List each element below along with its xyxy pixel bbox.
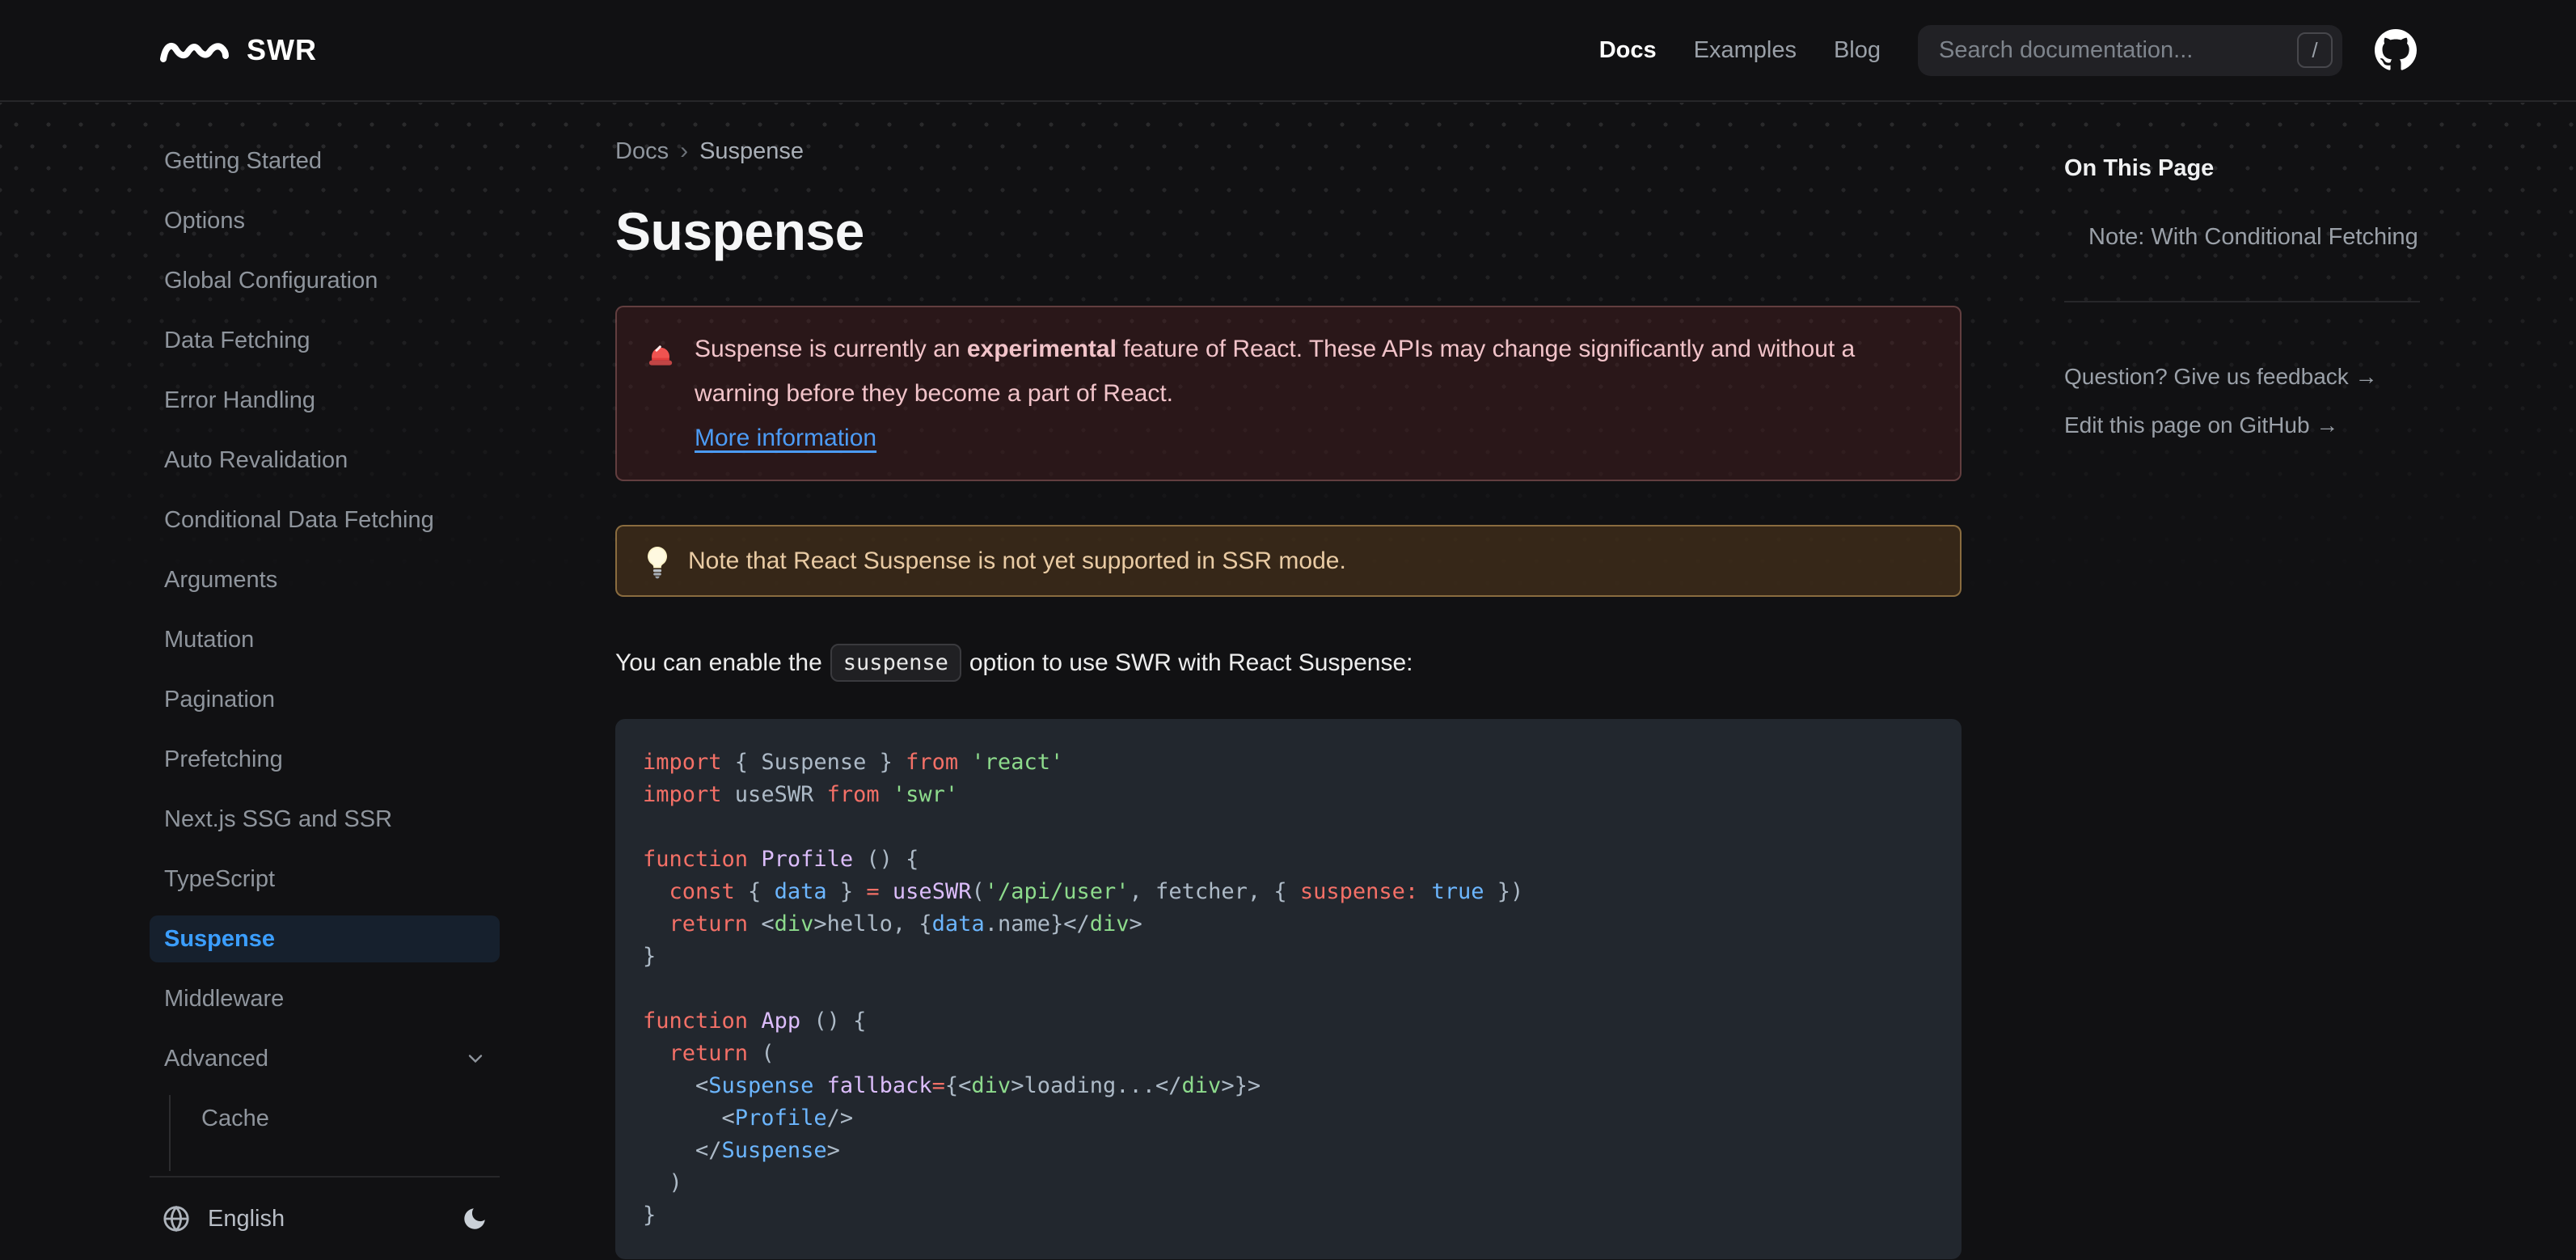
sidebar-item-label: Suspense — [164, 925, 275, 952]
nav-link-examples[interactable]: Examples — [1694, 37, 1797, 64]
light-bulb-emoji-icon — [644, 539, 670, 583]
more-information-link[interactable]: More information — [695, 416, 876, 460]
sidebar-item-options[interactable]: Options — [150, 197, 500, 244]
code-line: import { Suspense } from 'react' — [643, 750, 1064, 775]
sidebar-item-advanced[interactable]: Advanced — [150, 1035, 500, 1082]
sidebar-item-pagination[interactable]: Pagination — [150, 676, 500, 723]
sidebar-item-mutation[interactable]: Mutation — [150, 616, 500, 663]
rotating-light-emoji-icon — [644, 327, 677, 460]
ssr-note-callout: Note that React Suspense is not yet supp… — [615, 525, 1962, 597]
code-line: function Profile () { — [643, 847, 919, 872]
sidebar-nav: Getting Started Options Global Configurati… — [150, 137, 500, 1171]
sidebar-item-label: Pagination — [164, 686, 276, 712]
sidebar-item-getting-started[interactable]: Getting Started — [150, 137, 500, 184]
swr-wave-icon — [159, 34, 230, 66]
sidebar-divider — [150, 1176, 500, 1178]
code-line: } — [643, 944, 657, 969]
sidebar-item-suspense[interactable]: Suspense — [150, 915, 500, 962]
sidebar-item-label: Auto Revalidation — [164, 446, 348, 473]
code-line: <Suspense fallback={<div>loading...</div… — [643, 1073, 1261, 1098]
sidebar-item-label: Conditional Data Fetching — [164, 506, 434, 533]
code-line: ) — [643, 1170, 682, 1195]
moon-icon — [461, 1205, 488, 1233]
sidebar-item-label: Next.js SSG and SSR — [164, 805, 393, 832]
edit-on-github-link[interactable]: Edit this page on GitHub → — [2064, 412, 2420, 438]
toc-divider — [2064, 301, 2420, 302]
language-switcher[interactable]: English — [150, 1195, 500, 1242]
sidebar-item-label: Cache — [201, 1105, 269, 1131]
search-box[interactable]: / — [1918, 24, 2342, 76]
sidebar-item-label: Error Handling — [164, 387, 315, 413]
top-navbar: SWR Docs Examples Blog / — [0, 0, 2576, 102]
github-icon — [2375, 29, 2417, 71]
main-content: Docs › Suspense Suspense Suspense is cur… — [505, 102, 2064, 1259]
code-line: </Suspense> — [643, 1138, 840, 1163]
on-this-page-sidebar: On This Page Note: With Conditional Fetc… — [2064, 102, 2452, 1259]
code-line: return ( — [669, 1041, 775, 1066]
ssr-note-text: Note that React Suspense is not yet supp… — [688, 548, 1346, 574]
code-line: return <div>hello, {data.name}</div> — [669, 911, 1142, 937]
theme-toggle[interactable] — [461, 1205, 488, 1233]
sidebar-item-label: Prefetching — [164, 746, 283, 772]
toc-item-conditional-fetching[interactable]: Note: With Conditional Fetching — [2064, 224, 2420, 251]
sidebar-item-label: Mutation — [164, 626, 255, 653]
sidebar-item-next-js-ssg-and-ssr[interactable]: Next.js SSG and SSR — [150, 796, 500, 843]
sidebar-nested-group: Cache — [169, 1095, 500, 1171]
search-input[interactable] — [1939, 36, 2287, 64]
page-title: Suspense — [615, 201, 864, 261]
docs-sidebar: Getting Started Options Global Configurati… — [124, 102, 505, 1259]
sidebar-item-middleware[interactable]: Middleware — [150, 975, 500, 1022]
feedback-link[interactable]: Question? Give us feedback → — [2064, 364, 2420, 390]
sidebar-item-label: Global Configuration — [164, 267, 378, 294]
code-line: function App () { — [643, 1008, 867, 1034]
github-link[interactable] — [2375, 29, 2417, 71]
sidebar-item-data-fetching[interactable]: Data Fetching — [150, 317, 500, 364]
nav-link-blog[interactable]: Blog — [1834, 37, 1881, 64]
language-label: English — [208, 1205, 285, 1232]
chevron-right-icon: › — [680, 137, 689, 164]
sidebar-item-typescript[interactable]: TypeScript — [150, 856, 500, 903]
suspense-inline-code: suspense — [830, 644, 961, 682]
globe-icon — [163, 1205, 190, 1233]
nav-links: Docs Examples Blog — [1599, 37, 1881, 64]
code-line: import useSWR from 'swr' — [643, 782, 959, 807]
experimental-callout: Suspense is currently an experimental fe… — [615, 306, 1962, 481]
code-line: const { data } = useSWR('/api/user', fet… — [669, 879, 1524, 904]
sidebar-item-arguments[interactable]: Arguments — [150, 556, 500, 603]
sidebar-item-label: TypeScript — [164, 865, 275, 892]
sidebar-item-label: Arguments — [164, 566, 278, 593]
code-line: <Profile/> — [643, 1106, 854, 1131]
sidebar-item-label: Middleware — [164, 985, 285, 1012]
breadcrumb-docs[interactable]: Docs — [615, 138, 669, 165]
breadcrumb-current: Suspense — [699, 137, 804, 164]
sidebar-item-conditional-data-fetching[interactable]: Conditional Data Fetching — [150, 497, 500, 543]
nav-link-docs[interactable]: Docs — [1599, 37, 1657, 64]
sidebar-item-label: Advanced — [164, 1045, 268, 1072]
experimental-callout-text: Suspense is currently an experimental fe… — [695, 327, 1932, 460]
logo-text: SWR — [247, 33, 317, 66]
sidebar-item-label: Getting Started — [164, 147, 323, 174]
toc-heading: On This Page — [2064, 155, 2215, 181]
swr-logo[interactable]: SWR — [159, 33, 317, 67]
slash-shortcut-kbd: / — [2297, 32, 2333, 68]
code-line: } — [643, 1203, 657, 1228]
sidebar-item-error-handling[interactable]: Error Handling — [150, 377, 500, 424]
chevron-down-icon — [468, 1055, 483, 1063]
sidebar-item-auto-revalidation[interactable]: Auto Revalidation — [150, 437, 500, 484]
code-block: import { Suspense } from 'react' import u… — [615, 719, 1962, 1259]
sidebar-item-cache[interactable]: Cache — [171, 1095, 500, 1142]
sidebar-item-prefetching[interactable]: Prefetching — [150, 736, 500, 783]
sidebar-item-label: Options — [164, 207, 245, 234]
breadcrumb: Docs › Suspense — [615, 137, 1962, 165]
sidebar-item-global-configuration[interactable]: Global Configuration — [150, 257, 500, 304]
intro-paragraph: You can enable the suspense option to us… — [615, 644, 1962, 682]
sidebar-item-label: Data Fetching — [164, 327, 310, 353]
